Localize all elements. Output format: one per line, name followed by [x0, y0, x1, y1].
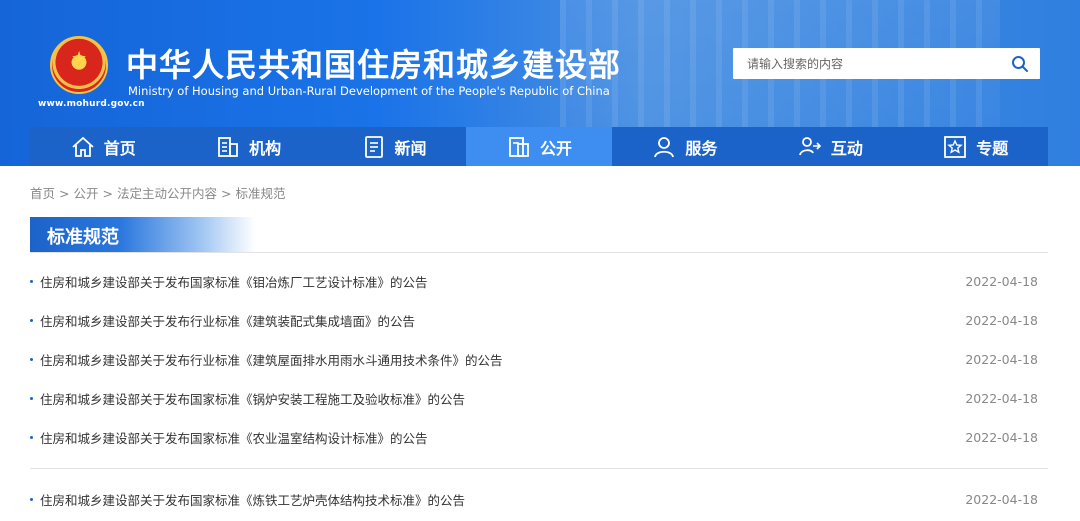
list-item[interactable]: 住房和城乡建设部关于发布国家标准《炼铁工艺炉壳体结构技术标准》的公告 2022-…	[30, 480, 1048, 519]
search-button[interactable]	[1000, 48, 1040, 79]
breadcrumb-home[interactable]: 首页	[30, 186, 55, 201]
list-item[interactable]: 住房和城乡建设部关于发布国家标准《农业温室结构设计标准》的公告 2022-04-…	[30, 418, 1048, 457]
breadcrumb-public[interactable]: 公开	[74, 186, 99, 201]
news-icon	[364, 135, 383, 158]
item-date: 2022-04-18	[965, 430, 1038, 445]
nav-label: 互动	[830, 138, 863, 158]
building-icon	[218, 136, 239, 157]
nav-item-service[interactable]: 服务	[612, 127, 757, 166]
item-title[interactable]: 住房和城乡建设部关于发布国家标准《锅炉安装工程施工及验收标准》的公告	[40, 389, 465, 408]
nav-label: 服务	[685, 138, 718, 158]
nav-label: 专题	[976, 138, 1009, 158]
item-title[interactable]: 住房和城乡建设部关于发布国家标准《农业温室结构设计标准》的公告	[40, 428, 428, 447]
news-list: 住房和城乡建设部关于发布国家标准《钼冶炼厂工艺设计标准》的公告 2022-04-…	[30, 262, 1048, 457]
search-box	[733, 48, 1040, 79]
site-domain: www.mohurd.gov.cn	[38, 99, 145, 109]
list-item[interactable]: 住房和城乡建设部关于发布国家标准《锅炉安装工程施工及验收标准》的公告 2022-…	[30, 379, 1048, 418]
breadcrumb-separator: >	[102, 186, 113, 201]
item-date: 2022-04-18	[965, 313, 1038, 328]
bullet-icon	[30, 319, 33, 322]
breadcrumb: 首页 > 公开 > 法定主动公开内容 > 标准规范	[30, 183, 286, 202]
nav-item-interaction[interactable]: 互动	[757, 127, 902, 166]
user-service-icon	[654, 136, 675, 157]
bullet-icon	[30, 358, 33, 361]
nav-item-topics[interactable]: 专题	[903, 127, 1048, 166]
item-date: 2022-04-18	[965, 274, 1038, 289]
list-item[interactable]: 住房和城乡建设部关于发布国家标准《钼冶炼厂工艺设计标准》的公告 2022-04-…	[30, 262, 1048, 301]
bullet-icon	[30, 280, 33, 283]
list-item[interactable]: 住房和城乡建设部关于发布行业标准《建筑装配式集成墙面》的公告 2022-04-1…	[30, 301, 1048, 340]
bullet-icon	[30, 436, 33, 439]
section-header: 标准规范	[30, 217, 1048, 253]
news-list-second-group: 住房和城乡建设部关于发布国家标准《炼铁工艺炉壳体结构技术标准》的公告 2022-…	[30, 480, 1048, 519]
list-divider	[30, 468, 1048, 469]
nav-item-public[interactable]: 公开	[466, 127, 612, 166]
item-title[interactable]: 住房和城乡建设部关于发布国家标准《钼冶炼厂工艺设计标准》的公告	[40, 272, 428, 291]
bullet-icon	[30, 397, 33, 400]
national-emblem-logo[interactable]: ★	[50, 36, 108, 94]
main-nav: 首页 机构 新闻 公开 服务 互动 专题	[30, 127, 1048, 166]
item-date: 2022-04-18	[965, 492, 1038, 507]
nav-label: 新闻	[394, 138, 427, 158]
nav-label: 机构	[249, 138, 282, 158]
breadcrumb-separator: >	[59, 186, 70, 201]
search-icon	[1012, 55, 1028, 72]
item-date: 2022-04-18	[965, 391, 1038, 406]
item-title[interactable]: 住房和城乡建设部关于发布行业标准《建筑装配式集成墙面》的公告	[40, 311, 415, 330]
nav-item-news[interactable]: 新闻	[321, 127, 466, 166]
item-date: 2022-04-18	[965, 352, 1038, 367]
breadcrumb-separator: >	[221, 186, 232, 201]
item-title[interactable]: 住房和城乡建设部关于发布国家标准《炼铁工艺炉壳体结构技术标准》的公告	[40, 490, 465, 509]
nav-item-organization[interactable]: 机构	[175, 127, 320, 166]
item-title[interactable]: 住房和城乡建设部关于发布行业标准《建筑屋面排水用雨水斗通用技术条件》的公告	[40, 350, 503, 369]
section-title: 标准规范	[47, 227, 119, 248]
list-item[interactable]: 住房和城乡建设部关于发布行业标准《建筑屋面排水用雨水斗通用技术条件》的公告 20…	[30, 340, 1048, 379]
star-topic-icon	[944, 135, 967, 158]
nav-item-home[interactable]: 首页	[30, 127, 175, 166]
home-icon	[72, 136, 94, 157]
site-subtitle: Ministry of Housing and Urban-Rural Deve…	[128, 84, 610, 98]
search-input[interactable]	[733, 48, 1000, 79]
nav-label: 首页	[103, 138, 136, 158]
interaction-icon	[798, 136, 821, 155]
breadcrumb-statutory-content[interactable]: 法定主动公开内容	[117, 186, 217, 201]
nav-label: 公开	[539, 138, 572, 158]
breadcrumb-standards[interactable]: 标准规范	[236, 186, 286, 201]
bullet-icon	[30, 498, 33, 501]
site-title[interactable]: 中华人民共和国住房和城乡建设部	[126, 40, 621, 86]
site-header: ★ www.mohurd.gov.cn 中华人民共和国住房和城乡建设部 Mini…	[0, 0, 1080, 166]
documents-icon	[509, 136, 529, 157]
